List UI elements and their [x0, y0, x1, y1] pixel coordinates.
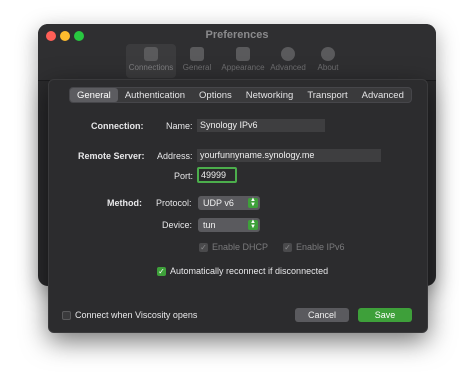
- save-button[interactable]: Save: [358, 308, 412, 322]
- tab-general[interactable]: General: [70, 88, 118, 102]
- toolbar-advanced[interactable]: Advanced: [266, 44, 310, 78]
- cancel-button[interactable]: Cancel: [295, 308, 349, 322]
- protocol-popup[interactable]: UDP v6 ▲ ▼: [198, 196, 260, 210]
- device-value: tun: [203, 220, 216, 230]
- auto-reconnect-label: Automatically reconnect if disconnected: [170, 266, 329, 276]
- tab-transport[interactable]: Transport: [300, 88, 354, 102]
- protocol-value: UDP v6: [203, 198, 234, 208]
- address-label: Address:: [157, 151, 193, 161]
- tab-authentication[interactable]: Authentication: [118, 88, 192, 102]
- enable-ipv6-checkbox[interactable]: ✓: [283, 243, 292, 252]
- window-title: Preferences: [205, 29, 269, 41]
- port-label: Port:: [174, 171, 194, 181]
- port-field[interactable]: 49999: [197, 167, 237, 183]
- name-field[interactable]: Synology IPv6: [197, 119, 325, 132]
- toolbar-appearance[interactable]: Appearance: [218, 44, 268, 78]
- tab-bar: General Authentication Options Networkin…: [69, 87, 412, 103]
- toolbar-connections-label: Connections: [128, 63, 174, 72]
- toolbar-general[interactable]: General: [176, 44, 218, 78]
- tab-advanced[interactable]: Advanced: [355, 88, 411, 102]
- advanced-icon: [281, 47, 295, 61]
- device-popup[interactable]: tun ▲ ▼: [198, 218, 260, 232]
- enable-dhcp-checkbox[interactable]: ✓: [199, 243, 208, 252]
- auto-reconnect-checkbox[interactable]: ✓: [157, 267, 166, 276]
- appearance-icon: [236, 47, 250, 61]
- enable-dhcp-label: Enable DHCP: [212, 242, 269, 252]
- about-icon: [321, 47, 335, 61]
- general-icon: [190, 47, 204, 61]
- address-field[interactable]: yourfunnyname.synology.me: [197, 149, 381, 162]
- tab-networking[interactable]: Networking: [239, 88, 301, 102]
- tab-options[interactable]: Options: [192, 88, 239, 102]
- connection-section-label: Connection:: [91, 121, 144, 131]
- toolbar-connections[interactable]: Connections: [126, 44, 176, 78]
- device-label: Device:: [162, 220, 193, 230]
- toolbar-about-label: About: [317, 63, 339, 72]
- method-section-label: Method:: [107, 198, 142, 208]
- toolbar-general-label: General: [182, 63, 212, 72]
- connect-on-open-label: Connect when Viscosity opens: [75, 310, 198, 320]
- toolbar-appearance-label: Appearance: [221, 63, 265, 72]
- name-label: Name:: [166, 121, 193, 131]
- popup-arrows-icon: ▲ ▼: [248, 197, 258, 208]
- connections-icon: [144, 47, 158, 61]
- connect-on-open-checkbox[interactable]: [62, 311, 71, 320]
- protocol-label: Protocol:: [156, 198, 192, 208]
- remote-server-section-label: Remote Server:: [78, 151, 145, 161]
- connection-editor-sheet: General Authentication Options Networkin…: [48, 79, 428, 333]
- toolbar-advanced-label: Advanced: [270, 63, 306, 72]
- enable-ipv6-label: Enable IPv6: [296, 242, 345, 252]
- popup-arrows-icon: ▲ ▼: [248, 219, 258, 230]
- toolbar-about[interactable]: About: [308, 44, 348, 78]
- preferences-titlebar: Preferences Connections General Appearan…: [38, 24, 436, 81]
